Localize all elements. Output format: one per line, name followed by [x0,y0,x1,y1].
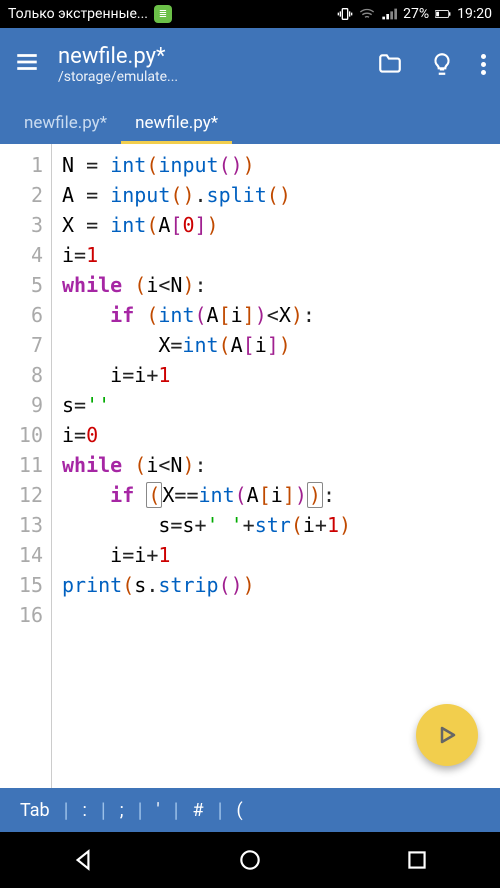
line-number: 11 [0,450,43,480]
line-number: 5 [0,270,43,300]
status-bar: Только экстренные... ≣ 27% 19:20 [0,0,500,28]
overflow-menu-icon[interactable] [481,54,486,75]
code-area[interactable]: N = int(input()) A = input().split() X =… [52,144,500,788]
file-title: newfile.py* [58,44,377,69]
quick-key-quote[interactable]: ' [143,800,174,821]
line-number: 10 [0,420,43,450]
line-number: 6 [0,300,43,330]
line-gutter: 12345678910111213141516 [0,144,52,788]
line-number: 16 [0,600,43,630]
wifi-icon [359,6,375,22]
line-number: 9 [0,390,43,420]
back-button[interactable] [70,847,96,873]
app-indicator-icon: ≣ [154,5,172,23]
symbol-quickbar: Tab| :| ;| '| #| ( [0,788,500,832]
signal-icon [381,6,397,22]
line-number: 14 [0,540,43,570]
carrier-text: Только экстренные... [8,6,148,22]
code-editor[interactable]: 12345678910111213141516 N = int(input())… [0,144,500,788]
line-number: 12 [0,480,43,510]
bulb-icon[interactable] [429,51,455,77]
app-toolbar: newfile.py* /storage/emulate... [0,28,500,100]
line-number: 4 [0,240,43,270]
file-path: /storage/emulate... [58,69,377,85]
clock: 19:20 [457,6,492,22]
quick-key-tab[interactable]: Tab [6,800,64,821]
line-number: 8 [0,360,43,390]
battery-icon [435,6,451,22]
line-number: 7 [0,330,43,360]
run-button[interactable] [416,704,478,766]
quick-key-paren[interactable]: ( [223,800,257,821]
quick-key-hash[interactable]: # [179,800,218,821]
quick-key-colon[interactable]: : [69,800,101,821]
line-number: 1 [0,150,43,180]
android-nav-bar [0,832,500,888]
line-number: 15 [0,570,43,600]
line-number: 2 [0,180,43,210]
battery-percent: 27% [403,6,429,22]
line-number: 13 [0,510,43,540]
menu-button[interactable] [14,49,40,79]
recent-button[interactable] [404,847,430,873]
tab-1[interactable]: newfile.py* [121,103,232,144]
tab-0[interactable]: newfile.py* [10,103,121,144]
vibrate-icon [337,6,353,22]
tab-bar: newfile.py* newfile.py* [0,100,500,144]
quick-key-semicolon[interactable]: ; [106,800,138,821]
line-number: 3 [0,210,43,240]
folder-icon[interactable] [377,51,403,77]
home-button[interactable] [237,847,263,873]
